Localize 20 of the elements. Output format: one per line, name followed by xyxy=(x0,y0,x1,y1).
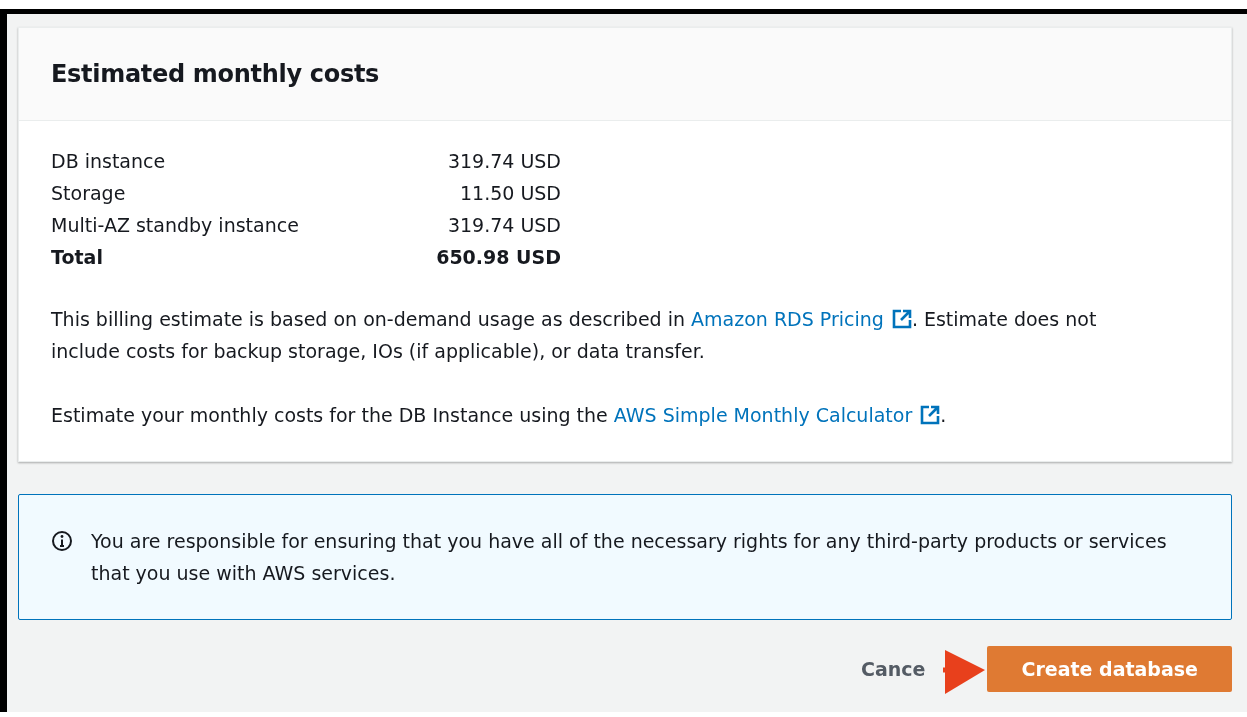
notice-text: You are responsible for ensuring that you have all of the necessary rights for any third-party products or services that you use with AWS services. xyxy=(91,529,1168,586)
external-link-icon xyxy=(891,309,912,329)
info-icon xyxy=(51,530,73,552)
create-button[interactable]: Create database xyxy=(987,646,1232,692)
cost-label: DB instance xyxy=(51,149,167,174)
cost-label: Storage xyxy=(51,181,127,206)
note-paragraph: Estimate your monthly costs for the DB Instance using the AWS Simple Monthly Calculator . xyxy=(51,403,948,428)
external-link[interactable]: AWS Simple Monthly Calculator xyxy=(613,404,941,426)
note-paragraph: This billing estimate is based on on-demand usage as described in Amazon RDS Pricing . Estimate does not include costs for backup storage, IOs (if applicable), or data transfer. xyxy=(51,307,1098,364)
cancel-button[interactable]: Cance xyxy=(855,646,932,692)
card-title: Estimated monthly costs xyxy=(51,60,380,88)
cost-label: Total xyxy=(51,245,104,270)
cost-value: 650.98 USD xyxy=(435,245,561,270)
cost-value: 11.50 USD xyxy=(458,181,561,206)
cost-value: 319.74 USD xyxy=(446,213,561,238)
external-link[interactable]: Amazon RDS Pricing xyxy=(691,308,912,330)
external-link-icon xyxy=(920,405,941,425)
cost-value: 319.74 USD xyxy=(446,149,561,174)
annotation-arrow xyxy=(943,650,985,694)
cost-label: Multi-AZ standby instance xyxy=(51,213,300,238)
